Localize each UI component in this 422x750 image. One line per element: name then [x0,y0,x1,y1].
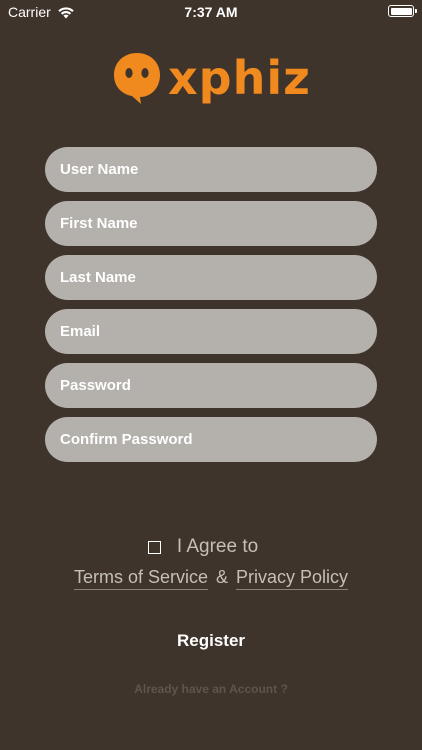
status-bar: Carrier 7:37 AM [0,0,422,24]
register-button[interactable]: Register [0,631,422,651]
username-field[interactable] [45,147,377,192]
first-name-field[interactable] [45,201,377,246]
agree-checkbox[interactable] [147,540,161,554]
links-separator: & [216,567,229,587]
privacy-policy-link[interactable]: Privacy Policy [236,567,349,590]
login-link[interactable]: Already have an Account ? [0,682,422,696]
app-logo: xphiz [112,50,312,106]
chat-bubble-face-icon [114,53,160,104]
agree-label: I Agree to [176,536,259,557]
legal-links-row: Terms of Service & Privacy Policy [0,567,422,590]
confirm-password-field[interactable] [45,417,377,462]
registration-form [45,147,377,471]
battery-icon [388,5,417,17]
password-field[interactable] [45,363,377,408]
agreement-row: I Agree to [0,536,422,558]
last-name-field[interactable] [45,255,377,300]
terms-of-service-link[interactable]: Terms of Service [73,567,208,590]
battery-level [390,7,412,15]
email-field[interactable] [45,309,377,354]
app-logo-text: xphiz [168,51,311,105]
clock: 7:37 AM [184,4,238,20]
